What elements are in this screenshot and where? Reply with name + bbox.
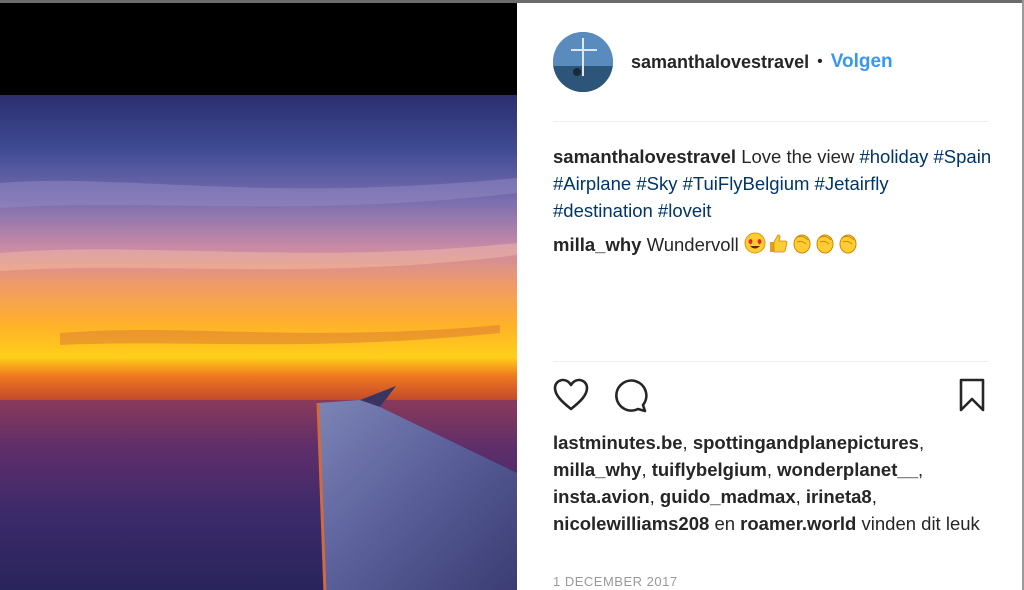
heart-eyes-emoji: [744, 232, 766, 261]
avatar-image: [553, 32, 613, 92]
caption-text: Love the view: [741, 146, 855, 167]
bookmark-icon[interactable]: [957, 378, 987, 417]
liker-link[interactable]: milla_why: [553, 459, 641, 480]
clapping-hands-emoji: [836, 232, 858, 261]
header-divider: [553, 121, 989, 122]
actions-divider: [553, 361, 989, 362]
liker-link[interactable]: insta.avion: [553, 486, 650, 507]
sunset-wing-photo: [0, 3, 517, 590]
comment-text: Wundervoll: [646, 234, 739, 255]
liker-link[interactable]: guido_madmax: [660, 486, 796, 507]
liker-link[interactable]: nicolewilliams208: [553, 513, 709, 534]
liker-link[interactable]: wonderplanet__: [777, 459, 918, 480]
hashtag-link[interactable]: #Airplane: [553, 173, 631, 194]
heart-icon[interactable]: [553, 378, 589, 417]
thumbs-up-emoji: [767, 232, 789, 261]
hashtag-link[interactable]: #holiday: [859, 146, 928, 167]
hashtag-link[interactable]: #TuiFlyBelgium: [683, 173, 810, 194]
avatar[interactable]: [553, 32, 613, 92]
follow-button[interactable]: Volgen: [831, 51, 893, 73]
hashtag-link[interactable]: #Jetairfly: [815, 173, 889, 194]
liker-link[interactable]: spottingandplanepictures: [693, 432, 919, 453]
hashtag-link[interactable]: #Sky: [636, 173, 677, 194]
liker-link[interactable]: tuiflybelgium: [652, 459, 767, 480]
likes-conjunction: en: [714, 513, 736, 534]
header-separator: •: [817, 53, 823, 70]
hashtag-link[interactable]: #Spain: [934, 146, 992, 167]
hashtag-link[interactable]: #destination: [553, 200, 653, 221]
comment-bubble-icon[interactable]: [613, 378, 649, 419]
list-item: milla_why Wundervoll: [553, 231, 993, 261]
caption-comment: samanthalovestravel Love the view #holid…: [553, 143, 993, 224]
clapping-hands-emoji: [790, 232, 812, 261]
liker-link[interactable]: lastminutes.be: [553, 432, 683, 453]
post-photo[interactable]: [0, 3, 517, 590]
post-date[interactable]: 1 DECEMBER 2017: [553, 574, 678, 589]
clapping-hands-emoji: [813, 232, 835, 261]
liker-link[interactable]: irineta8: [806, 486, 872, 507]
comment-author[interactable]: milla_why: [553, 234, 641, 255]
hashtag-link[interactable]: #loveit: [658, 200, 711, 221]
post-detail-panel: samanthalovestravel • Volgen samanthalov…: [517, 3, 1022, 590]
comments-list: samanthalovestravel Love the view #holid…: [553, 143, 993, 268]
likes-suffix: vinden dit leuk: [861, 513, 980, 534]
liker-link[interactable]: roamer.world: [740, 513, 856, 534]
post-actions: [553, 378, 989, 418]
likes-summary: lastminutes.be, spottingandplanepictures…: [553, 432, 980, 534]
post-header: samanthalovestravel • Volgen: [553, 31, 893, 93]
post-username[interactable]: samanthalovestravel: [631, 52, 809, 73]
caption-author[interactable]: samanthalovestravel: [553, 146, 736, 167]
